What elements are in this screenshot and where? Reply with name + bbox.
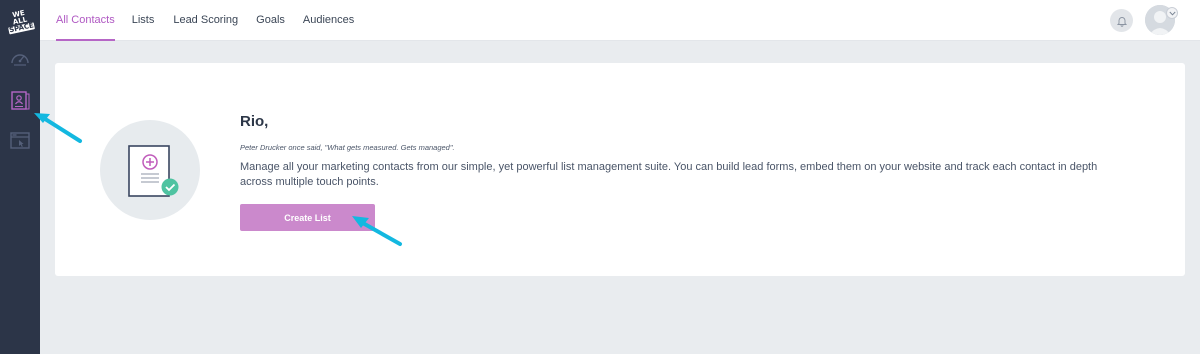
bell-icon [1116,16,1127,27]
logo-line-3: SPACE [7,20,36,35]
quote-text: Peter Drucker once said, "What gets meas… [240,143,455,152]
notifications-button[interactable] [1110,9,1133,32]
sidebar-item-contacts[interactable] [8,88,32,112]
description-text: Manage all your marketing contacts from … [240,161,1098,188]
tab-lists[interactable]: Lists [132,0,155,41]
annotation-arrow-button [352,216,402,246]
tab-audiences[interactable]: Audiences [303,0,354,41]
chevron-down-icon [1168,11,1176,16]
document-add-check-icon [128,145,179,197]
tab-goals[interactable]: Goals [256,0,285,41]
browser-cursor-icon [10,132,30,149]
top-navigation-bar: All Contacts Lists Lead Scoring Goals Au… [40,0,1200,41]
annotation-arrow-sidebar [34,113,82,143]
contact-list-icon [11,91,30,110]
greeting-heading: Rio, [240,113,269,130]
gauge-icon [11,54,29,66]
empty-state-card: Rio, Peter Drucker once said, "What gets… [55,63,1185,276]
tab-lead-scoring[interactable]: Lead Scoring [173,0,238,41]
account-menu-toggle[interactable] [1166,7,1178,19]
brand-logo[interactable]: WE ALL SPACE [5,7,36,36]
illustration [100,120,200,220]
tab-all-contacts[interactable]: All Contacts [56,0,115,41]
tab-bar: All Contacts Lists Lead Scoring Goals Au… [40,0,354,41]
sidebar-item-dashboard[interactable] [8,47,32,71]
sidebar: WE ALL SPACE [0,0,40,354]
sidebar-item-pages[interactable] [8,129,32,153]
